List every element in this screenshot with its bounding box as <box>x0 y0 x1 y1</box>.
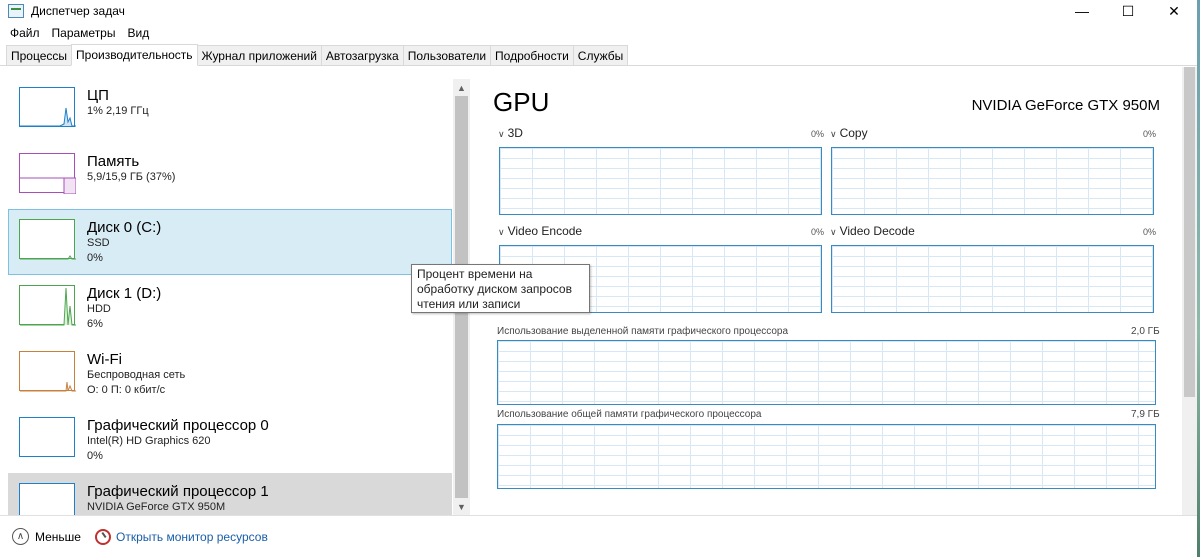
tab-details[interactable]: Подробности <box>490 45 574 65</box>
scroll-up-icon[interactable]: ▲ <box>453 79 470 96</box>
chevron-down-icon: ∨ <box>830 129 837 139</box>
fewer-details-button[interactable]: ∧ Меньше <box>12 528 81 545</box>
performance-content: ЦП 1% 2,19 ГГц Память 5,9/15,9 ГБ (37%) <box>0 67 1197 515</box>
detail-panel-scroll-thumb[interactable] <box>1184 67 1195 397</box>
shared-memory-label: Использование общей памяти графического … <box>497 409 762 420</box>
gpu1-model: NVIDIA GeForce GTX 950M <box>87 501 226 513</box>
chevron-down-icon: ∨ <box>498 129 505 139</box>
resource-list: ЦП 1% 2,19 ГГц Память 5,9/15,9 ГБ (37%) <box>8 77 452 515</box>
cpu-usage: 1% 2,19 ГГц <box>87 105 149 117</box>
task-manager-window: Диспетчер задач — ☐ ✕ Файл Параметры Вид… <box>0 0 1197 557</box>
chevron-down-icon: ∨ <box>498 227 505 237</box>
fewer-details-label: Меньше <box>35 529 81 544</box>
chevron-up-icon: ∧ <box>12 528 29 545</box>
gpu1-title: Графический процессор 1 <box>87 483 269 500</box>
disk1-usage: 6% <box>87 318 103 330</box>
dedicated-memory-graph <box>497 340 1156 405</box>
resource-monitor-icon <box>94 528 111 545</box>
maximize-button[interactable]: ☐ <box>1105 0 1151 22</box>
footer-bar: ∧ Меньше Открыть монитор ресурсов <box>0 515 1197 557</box>
sidebar-item-gpu0[interactable]: Графический процессор 0 Intel(R) HD Grap… <box>8 407 452 473</box>
detail-panel-scrollbar[interactable] <box>1182 67 1197 515</box>
gpu0-usage: 0% <box>87 450 103 462</box>
window-title: Диспетчер задач <box>31 4 125 18</box>
sidebar-item-gpu1[interactable]: Графический процессор 1 NVIDIA GeForce G… <box>8 473 452 515</box>
sidebar-item-disk1[interactable]: Диск 1 (D:) HDD 6% <box>8 275 452 341</box>
dedicated-memory-value: 2,0 ГБ <box>1131 326 1160 337</box>
shared-memory-graph <box>497 424 1156 489</box>
engine-video-encode-percent: 0% <box>811 227 825 237</box>
gpu1-thumbnail-graph <box>19 483 75 515</box>
title-bar[interactable]: Диспетчер задач — ☐ ✕ <box>0 0 1197 22</box>
engine-video-decode-name: Video Decode <box>839 224 915 238</box>
engine-3d-name: 3D <box>507 126 523 140</box>
engine-3d-label[interactable]: ∨ 3D <box>498 126 523 140</box>
engine-video-encode-name: Video Encode <box>507 224 583 238</box>
tab-users[interactable]: Пользователи <box>402 45 492 65</box>
menu-options[interactable]: Параметры <box>46 26 122 40</box>
menu-file[interactable]: Файл <box>4 26 46 40</box>
disk1-type: HDD <box>87 303 111 315</box>
engine-copy-graph <box>831 147 1154 215</box>
engine-video-encode-label[interactable]: ∨ Video Encode <box>498 224 582 238</box>
cpu-title: ЦП <box>87 87 109 104</box>
menu-view[interactable]: Вид <box>121 26 155 40</box>
dedicated-memory-label: Использование выделенной памяти графичес… <box>497 326 789 337</box>
engine-copy-percent: 0% <box>1143 129 1157 139</box>
engine-3d-graph <box>499 147 822 215</box>
engine-video-decode-label[interactable]: ∨ Video Decode <box>830 224 915 238</box>
disk0-title: Диск 0 (C:) <box>87 219 162 236</box>
chevron-down-icon: ∨ <box>830 227 837 237</box>
open-resource-monitor-link[interactable]: Открыть монитор ресурсов <box>116 530 268 544</box>
engine-3d-percent: 0% <box>811 129 825 139</box>
tab-app-history[interactable]: Журнал приложений <box>196 45 322 65</box>
close-button[interactable]: ✕ <box>1151 0 1197 22</box>
gpu-model-name: NVIDIA GeForce GTX 950M <box>971 97 1160 114</box>
task-manager-app-icon <box>8 4 24 18</box>
engine-copy-label[interactable]: ∨ Copy <box>830 126 868 140</box>
disk1-thumbnail-graph <box>19 285 76 326</box>
memory-thumbnail-graph <box>19 153 76 194</box>
disk0-type: SSD <box>87 237 110 249</box>
memory-title: Память <box>87 153 140 170</box>
sidebar-item-wifi[interactable]: Wi-Fi Беспроводная сеть О: 0 П: 0 кбит/с <box>8 341 452 407</box>
wifi-title: Wi-Fi <box>87 351 122 368</box>
scroll-down-icon[interactable]: ▼ <box>453 498 470 515</box>
cpu-thumbnail-graph <box>19 87 76 127</box>
gpu0-thumbnail-graph <box>19 417 75 457</box>
wifi-throughput: О: 0 П: 0 кбит/с <box>87 384 166 396</box>
menu-bar: Файл Параметры Вид <box>0 22 1197 44</box>
sidebar-item-disk0[interactable]: Диск 0 (C:) SSD 0% <box>8 209 452 275</box>
tab-processes[interactable]: Процессы <box>6 45 73 65</box>
sidebar-item-memory[interactable]: Память 5,9/15,9 ГБ (37%) <box>8 143 452 209</box>
wifi-thumbnail-graph <box>19 351 76 392</box>
engine-copy-name: Copy <box>839 126 868 140</box>
wifi-type: Беспроводная сеть <box>87 369 186 381</box>
disk0-thumbnail-graph <box>19 219 76 260</box>
engine-video-decode-graph <box>831 245 1154 313</box>
tab-services[interactable]: Службы <box>572 45 629 65</box>
engine-video-decode-percent: 0% <box>1143 227 1157 237</box>
disk1-title: Диск 1 (D:) <box>87 285 162 302</box>
sidebar-item-cpu[interactable]: ЦП 1% 2,19 ГГц <box>8 77 452 143</box>
shared-memory-value: 7,9 ГБ <box>1131 409 1160 420</box>
memory-usage: 5,9/15,9 ГБ (37%) <box>87 171 176 183</box>
tab-performance[interactable]: Производительность <box>71 44 198 66</box>
tab-startup[interactable]: Автозагрузка <box>320 45 404 65</box>
gpu0-title: Графический процессор 0 <box>87 417 269 434</box>
disk-tooltip: Процент времени на обработку диском запр… <box>411 264 590 313</box>
minimize-button[interactable]: — <box>1059 0 1105 22</box>
tab-bar: Процессы Производительность Журнал прило… <box>0 44 1197 66</box>
gpu-heading: GPU <box>493 87 550 117</box>
disk0-usage: 0% <box>87 252 103 264</box>
window-controls: — ☐ ✕ <box>1059 0 1197 22</box>
gpu0-model: Intel(R) HD Graphics 620 <box>87 435 211 447</box>
